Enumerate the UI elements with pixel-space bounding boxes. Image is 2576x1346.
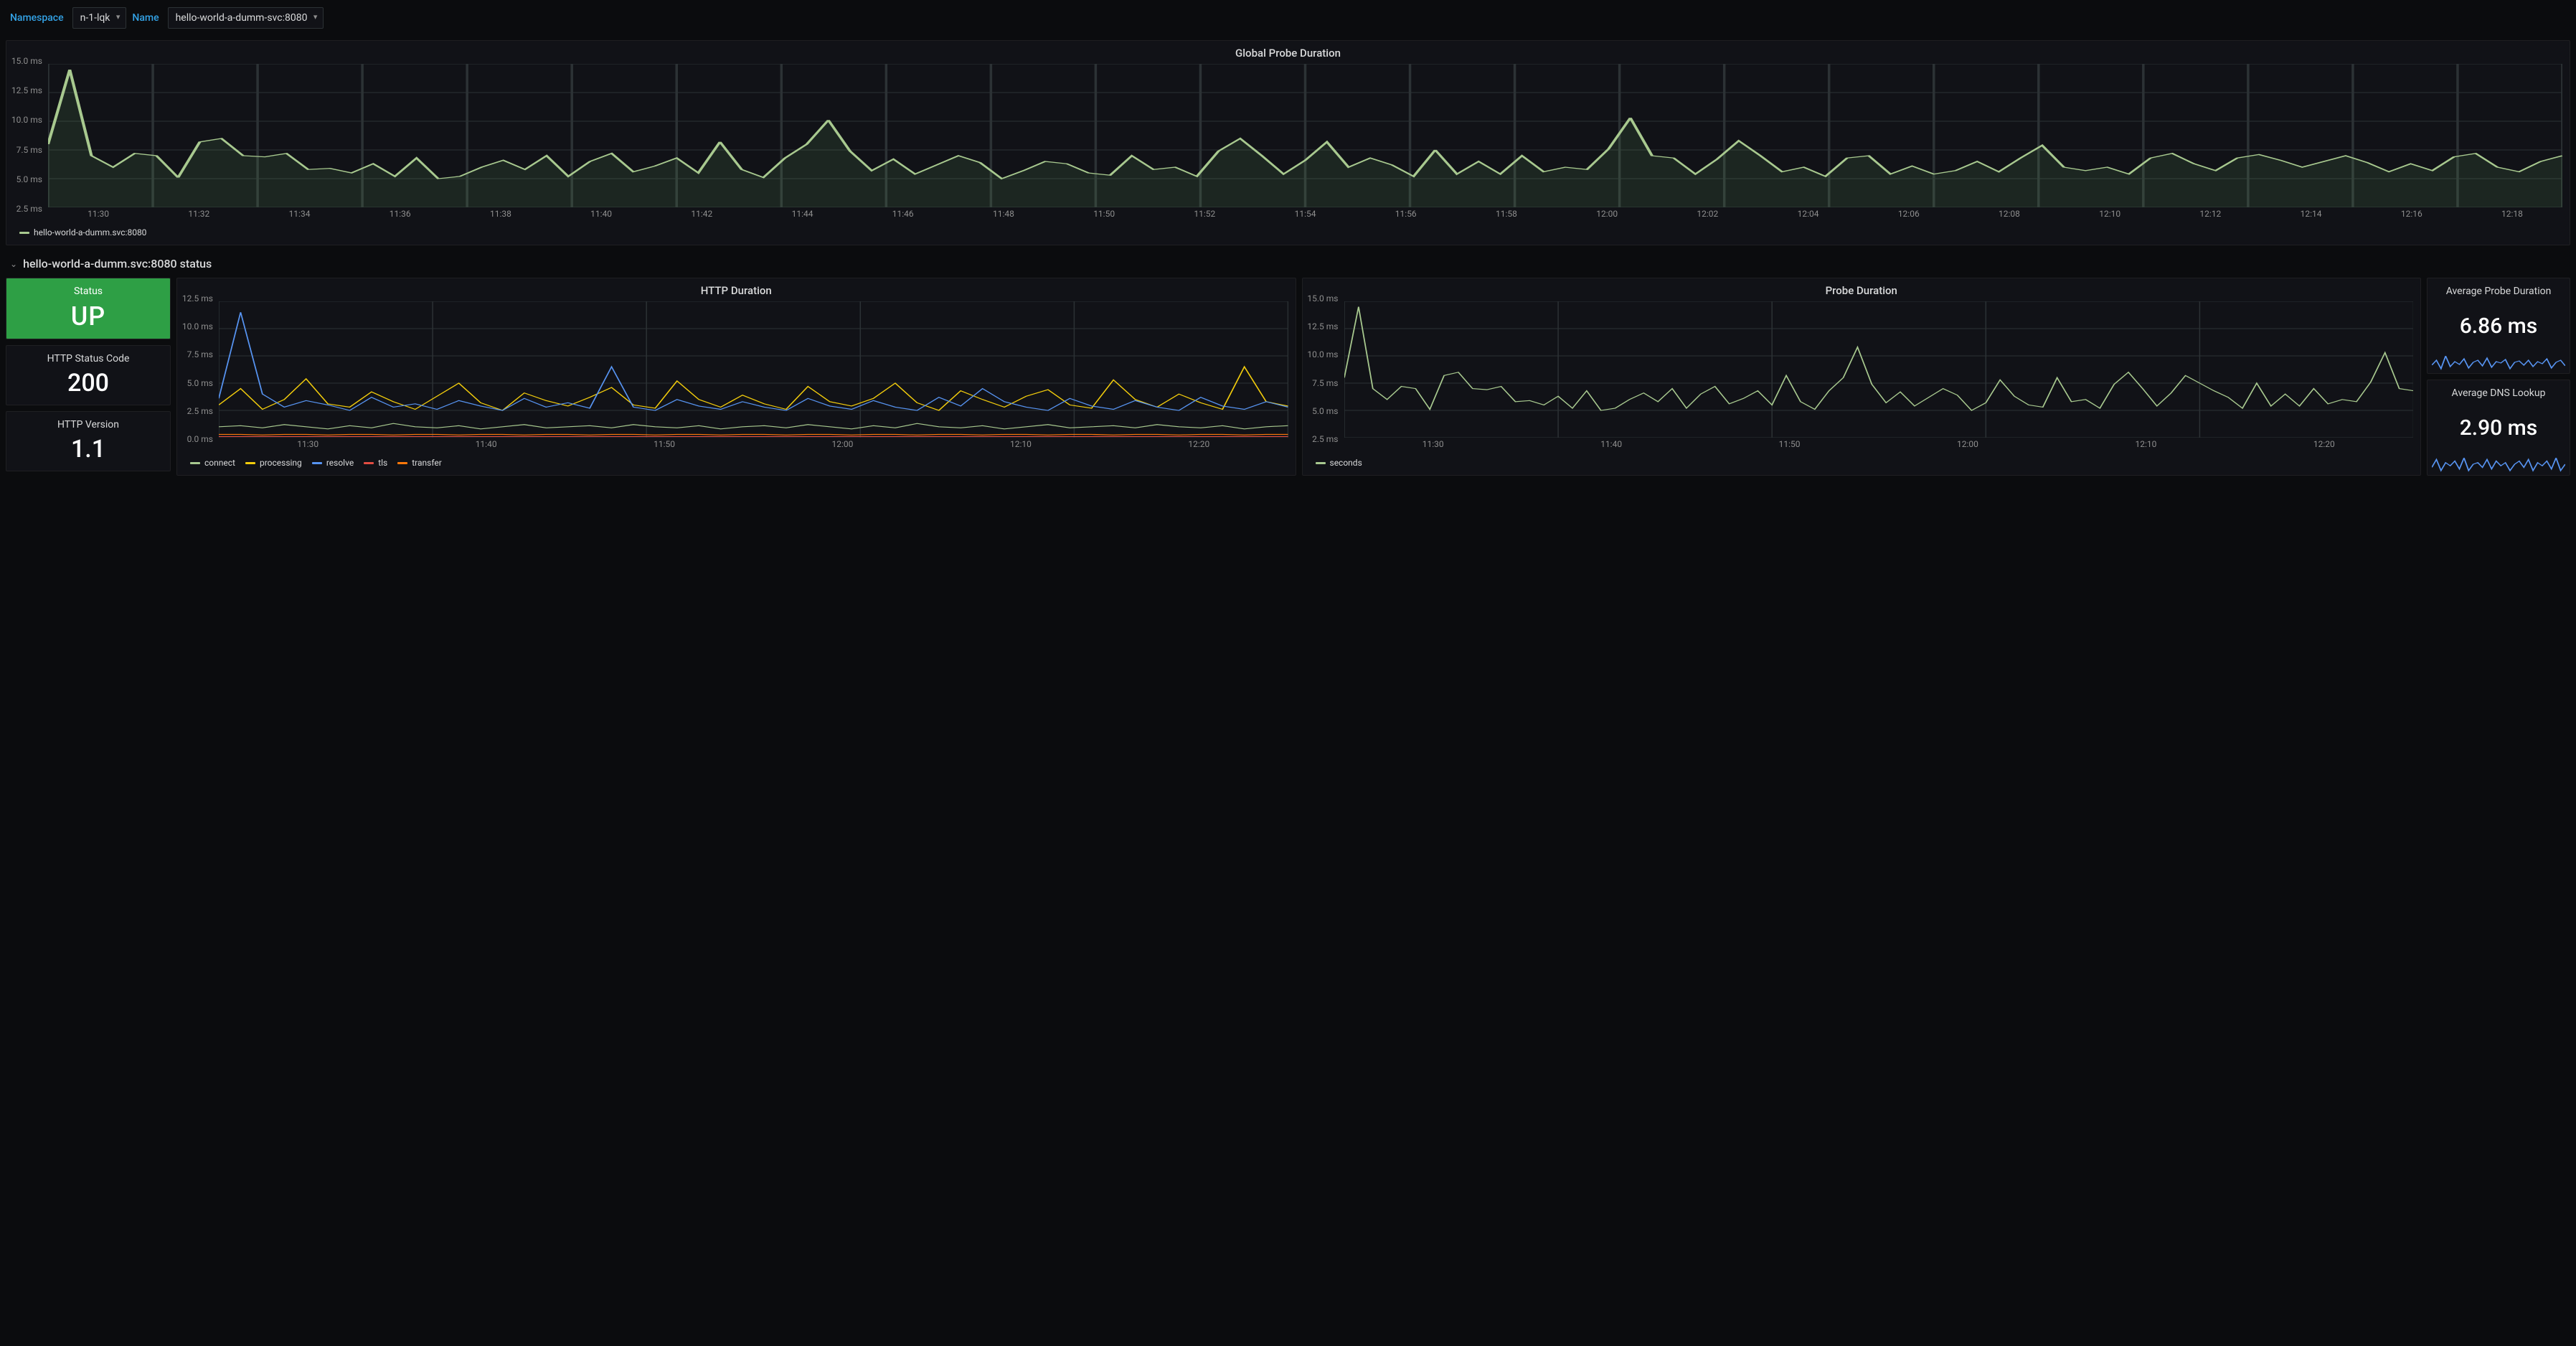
avg-dns-label: Average DNS Lookup [2432,387,2565,399]
row-header[interactable]: ⌄ hello-world-a-dumm.svc:8080 status [0,250,2576,278]
row-title-text: hello-world-a-dumm.svc:8080 status [23,257,212,270]
status-value: UP [11,301,166,331]
avg-probe-label: Average Probe Duration [2432,286,2565,297]
x-axis: 11:3011:4011:5012:0012:1012:20 [1344,438,2414,449]
variable-bar: Namespace n-1-lqk Name hello-world-a-dum… [0,0,2576,36]
http-duration-panel[interactable]: HTTP Duration 0.0 ms2.5 ms5.0 ms7.5 ms10… [176,278,1296,476]
y-axis: 0.0 ms2.5 ms5.0 ms7.5 ms10.0 ms12.5 ms [177,298,217,439]
status-row: Status UP HTTP Status Code 200 HTTP Vers… [0,278,2576,483]
avg-probe-value: 6.86 ms [2432,314,2565,339]
http-code-value: 200 [11,369,166,397]
probe-chart-svg [1344,301,2414,438]
status-label: Status [11,286,166,297]
http-code-label: HTTP Status Code [11,353,166,364]
y-axis: 2.5 ms5.0 ms7.5 ms10.0 ms12.5 ms15.0 ms [1303,298,1343,439]
legend-item-connect[interactable]: connect [190,458,235,468]
probe-duration-panel[interactable]: Probe Duration 2.5 ms5.0 ms7.5 ms10.0 ms… [1302,278,2422,476]
chevron-down-icon: ⌄ [10,259,17,269]
http-version-label: HTTP Version [11,419,166,430]
panel-title: Global Probe Duration [6,41,2570,61]
panel-title: HTTP Duration [177,278,1296,298]
name-select[interactable]: hello-world-a-dumm-svc:8080 [168,7,324,29]
namespace-select[interactable]: n-1-lqk [72,7,127,29]
sparkline [2432,456,2565,472]
global-chart-svg [48,64,2562,207]
http-chart-svg [219,301,1288,438]
side-column: Average Probe Duration 6.86 ms Average D… [2427,278,2570,476]
status-panel[interactable]: Status UP [6,278,171,339]
legend: seconds [1303,453,2421,475]
legend-item-tls[interactable]: tls [364,458,387,468]
legend-item-resolve[interactable]: resolve [312,458,354,468]
legend: hello-world-a-dumm.svc:8080 [6,223,2570,245]
legend-item-transfer[interactable]: transfer [397,458,442,468]
stats-column: Status UP HTTP Status Code 200 HTTP Vers… [6,278,171,476]
avg-dns-lookup-panel[interactable]: Average DNS Lookup 2.90 ms [2427,380,2570,476]
avg-probe-duration-panel[interactable]: Average Probe Duration 6.86 ms [2427,278,2570,374]
global-probe-duration-panel[interactable]: Global Probe Duration 2.5 ms5.0 ms7.5 ms… [6,40,2570,245]
namespace-label: Namespace [10,12,64,24]
legend-item[interactable]: hello-world-a-dumm.svc:8080 [19,227,146,237]
http-status-code-panel[interactable]: HTTP Status Code 200 [6,345,171,405]
legend: connect processing resolve tls transfer [177,453,1296,475]
legend-item-processing[interactable]: processing [245,458,302,468]
http-version-panel[interactable]: HTTP Version 1.1 [6,411,171,471]
avg-dns-value: 2.90 ms [2432,415,2565,441]
legend-item-seconds[interactable]: seconds [1316,458,1362,468]
http-version-value: 1.1 [11,435,166,463]
x-axis: 11:3011:4011:5012:0012:1012:20 [219,438,1288,449]
panel-title: Probe Duration [1303,278,2421,298]
name-label: Name [132,12,159,24]
sparkline [2432,354,2565,370]
x-axis: 11:3011:3211:3411:3611:3811:4011:4211:44… [48,207,2562,219]
y-axis: 2.5 ms5.0 ms7.5 ms10.0 ms12.5 ms15.0 ms [6,61,47,209]
